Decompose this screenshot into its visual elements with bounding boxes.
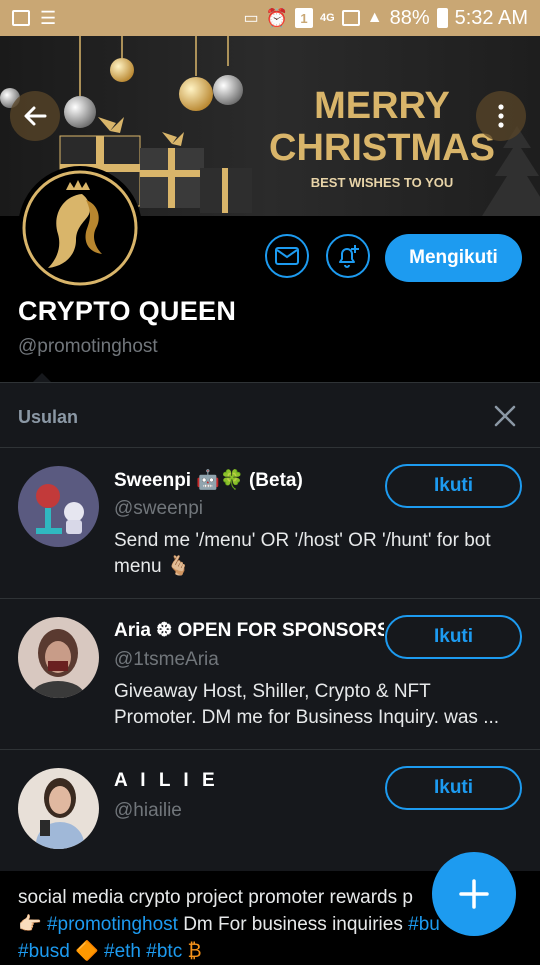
- suggestion-card[interactable]: Aria ❆ OPEN FOR SPONSORS @1tsmeAria Give…: [0, 599, 540, 750]
- suggestion-name[interactable]: A I L I E: [114, 770, 384, 792]
- profile-name: CRYPTO QUEEN: [18, 296, 237, 326]
- person-avatar-icon: [18, 768, 99, 849]
- avatar[interactable]: [18, 466, 99, 547]
- suggestion-handle: @1tsmeAria: [114, 649, 219, 670]
- list-notification-icon: ☰: [40, 7, 57, 28]
- hashtag-link[interactable]: #eth: [104, 941, 141, 962]
- battery-percent: 88%: [389, 6, 430, 29]
- notify-button[interactable]: [326, 234, 370, 278]
- bell-plus-icon: [339, 245, 359, 268]
- suggestion-bio: Send me '/menu' OR '/host' OR '/hunt' fo…: [114, 528, 524, 580]
- profile-avatar[interactable]: [18, 166, 142, 290]
- suggestions-panel: Usulan Sweenpi 🤖🍀 (Beta) @sweenpi Send m…: [0, 382, 540, 871]
- suggestion-handle: @sweenpi: [114, 498, 203, 519]
- network-type: 4G: [320, 12, 335, 24]
- banner-christmas: CHRISTMAS: [269, 127, 495, 169]
- sim-icon: 1: [295, 8, 314, 28]
- follow-button[interactable]: Ikuti: [385, 464, 522, 508]
- suggestions-header: Usulan: [0, 383, 540, 448]
- close-suggestions-button[interactable]: [490, 401, 520, 431]
- signal-empty-icon: [341, 10, 360, 26]
- bio-line: #busd 🔶 #eth #btc ₿: [18, 938, 538, 965]
- suggestion-card[interactable]: Sweenpi 🤖🍀 (Beta) @sweenpi Send me '/men…: [0, 448, 540, 599]
- bio-text: Dm For business inquiries: [183, 914, 403, 935]
- bio-line: Send me '/menu' OR '/host' OR '/hunt' fo…: [114, 530, 491, 551]
- compose-fab[interactable]: [432, 852, 516, 936]
- profile-handle: @promotinghost: [18, 336, 158, 357]
- queen-logo-icon: [22, 170, 138, 286]
- robot-avatar-icon: [18, 466, 99, 547]
- suggestion-name[interactable]: Aria ❆ OPEN FOR SPONSORS: [114, 619, 384, 642]
- battery-charging-icon: [436, 8, 448, 28]
- follow-button[interactable]: Ikuti: [385, 766, 522, 810]
- signal-icon: ▲: [366, 9, 383, 26]
- message-button[interactable]: [265, 234, 309, 278]
- banner-wishes: BEST WISHES TO YOU: [311, 175, 454, 190]
- hashtag-link[interactable]: #btc: [146, 941, 182, 962]
- clock: 5:32 AM: [454, 6, 528, 29]
- suggestion-name[interactable]: Sweenpi 🤖🍀 (Beta): [114, 468, 384, 492]
- bitcoin-icon: ₿: [187, 941, 202, 962]
- status-bar: ☰ ▭ ⏰ 1 4G ▲ 88% 5:32 AM: [0, 0, 540, 36]
- bio-line: Giveaway Host, Shiller, Crypto & NFT: [114, 681, 431, 702]
- arrow-left-icon: [24, 106, 47, 126]
- alarm-icon: ⏰: [265, 7, 289, 28]
- hashtag-link[interactable]: #promotinghost: [47, 914, 178, 935]
- avatar[interactable]: [18, 768, 99, 849]
- bio-line: Promoter. DM me for Business Inquiry. wa…: [114, 707, 500, 728]
- mail-icon: [275, 247, 299, 265]
- suggestion-bio: Giveaway Host, Shiller, Crypto & NFT Pro…: [114, 679, 524, 731]
- close-icon: [494, 405, 516, 427]
- bnb-icon: 🔶: [75, 941, 99, 962]
- banner-merry: MERRY: [314, 85, 450, 127]
- more-vertical-icon: [498, 104, 504, 128]
- person-avatar-icon: [18, 617, 99, 698]
- avatar[interactable]: [18, 617, 99, 698]
- gallery-notification-icon: [12, 10, 30, 26]
- suggestions-title: Usulan: [18, 407, 79, 427]
- more-options-button[interactable]: [476, 91, 526, 141]
- pointing-emoji: 👉🏻: [18, 914, 42, 935]
- bio-line: menu 🫰🏼: [114, 556, 191, 577]
- hashtag-link[interactable]: #busd: [18, 941, 70, 962]
- plus-icon: [459, 879, 489, 909]
- following-button[interactable]: Mengikuti: [385, 234, 522, 282]
- follow-button[interactable]: Ikuti: [385, 615, 522, 659]
- back-button[interactable]: [10, 91, 60, 141]
- suggestion-handle: @hiailie: [114, 800, 182, 821]
- hashtag-link[interactable]: #bu: [408, 914, 440, 935]
- cast-icon: ▭: [243, 10, 259, 27]
